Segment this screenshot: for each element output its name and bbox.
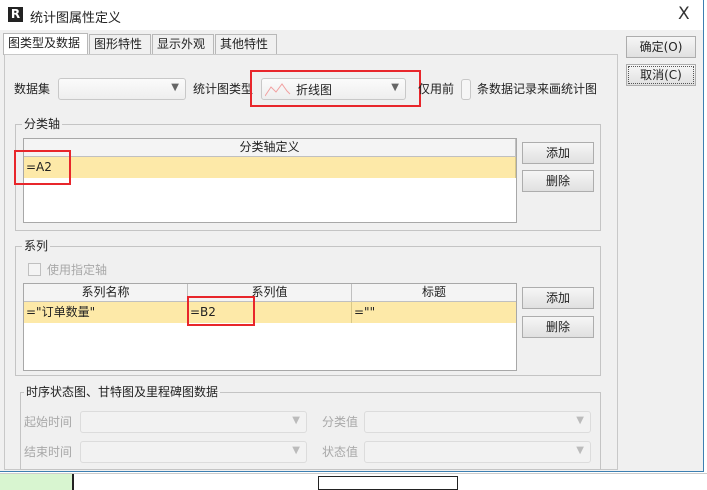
dataset-select[interactable]: ▼: [58, 78, 186, 100]
ok-button[interactable]: 确定(O): [626, 36, 696, 58]
chevron-down-icon: ▼: [576, 445, 584, 456]
end-time-label: 结束时间: [24, 445, 73, 459]
series-title-cell[interactable]: ="": [352, 302, 516, 323]
add-category-button[interactable]: 添加: [522, 142, 594, 164]
use-first-label: 仅用前: [418, 82, 455, 96]
status-value-select[interactable]: ▼: [364, 441, 591, 463]
dialog-window: R 统计图属性定义 X 图类型及数据 图形特性 显示外观 其他特性 确定(O) …: [0, 0, 704, 472]
category-axis-title: 分类轴: [22, 117, 63, 131]
chart-type-label: 统计图类型: [193, 82, 254, 96]
tab-other-properties[interactable]: 其他特性: [215, 34, 277, 55]
cancel-button[interactable]: 取消(C): [626, 64, 696, 86]
start-time-select[interactable]: ▼: [80, 411, 307, 433]
series-title: 系列: [22, 239, 51, 253]
category-value-select[interactable]: ▼: [364, 411, 591, 433]
timeline-title: 时序状态图、甘特图及里程碑图数据: [24, 385, 221, 399]
window-title: 统计图属性定义: [30, 11, 122, 26]
column-header[interactable]: 系列名称: [24, 284, 188, 302]
chevron-down-icon: ▼: [171, 82, 179, 93]
table-row[interactable]: =A2: [24, 157, 516, 178]
column-header[interactable]: 标题: [352, 284, 516, 302]
chevron-down-icon: ▼: [576, 415, 584, 426]
use-first-count-input[interactable]: [461, 79, 471, 100]
tab-chart-type-data[interactable]: 图类型及数据: [3, 33, 88, 55]
add-series-button[interactable]: 添加: [522, 287, 594, 309]
series-table: 系列名称 系列值 标题 ="订单数量" =B2 ="": [23, 283, 517, 371]
series-name-cell[interactable]: ="订单数量": [24, 302, 188, 323]
highlight-box: [14, 150, 71, 185]
status-value-label: 状态值: [322, 445, 359, 459]
end-time-select[interactable]: ▼: [80, 441, 307, 463]
title-bar: R 统计图属性定义 X: [0, 0, 703, 30]
column-header[interactable]: 分类轴定义: [24, 139, 516, 157]
close-icon[interactable]: X: [678, 4, 690, 24]
category-axis-table: 分类轴定义 =A2: [23, 138, 517, 223]
tab-shape-properties[interactable]: 图形特性: [89, 34, 151, 55]
dataset-label: 数据集: [14, 82, 51, 96]
app-logo-icon: R: [8, 7, 23, 22]
category-value-label: 分类值: [322, 415, 359, 429]
use-axis-checkbox[interactable]: [28, 263, 41, 276]
use-first-suffix: 条数据记录来画统计图: [477, 82, 598, 96]
delete-series-button[interactable]: 删除: [522, 316, 594, 338]
chevron-down-icon: ▼: [292, 445, 300, 456]
use-axis-label: 使用指定轴: [47, 263, 108, 277]
start-time-label: 起始时间: [24, 415, 73, 429]
background-spreadsheet: [0, 473, 707, 490]
tab-display-appearance[interactable]: 显示外观: [152, 34, 214, 55]
delete-category-button[interactable]: 删除: [522, 170, 594, 192]
highlight-box: [187, 296, 255, 326]
highlight-box: [250, 70, 421, 107]
table-row[interactable]: ="订单数量" =B2 ="": [24, 302, 516, 323]
chevron-down-icon: ▼: [292, 415, 300, 426]
